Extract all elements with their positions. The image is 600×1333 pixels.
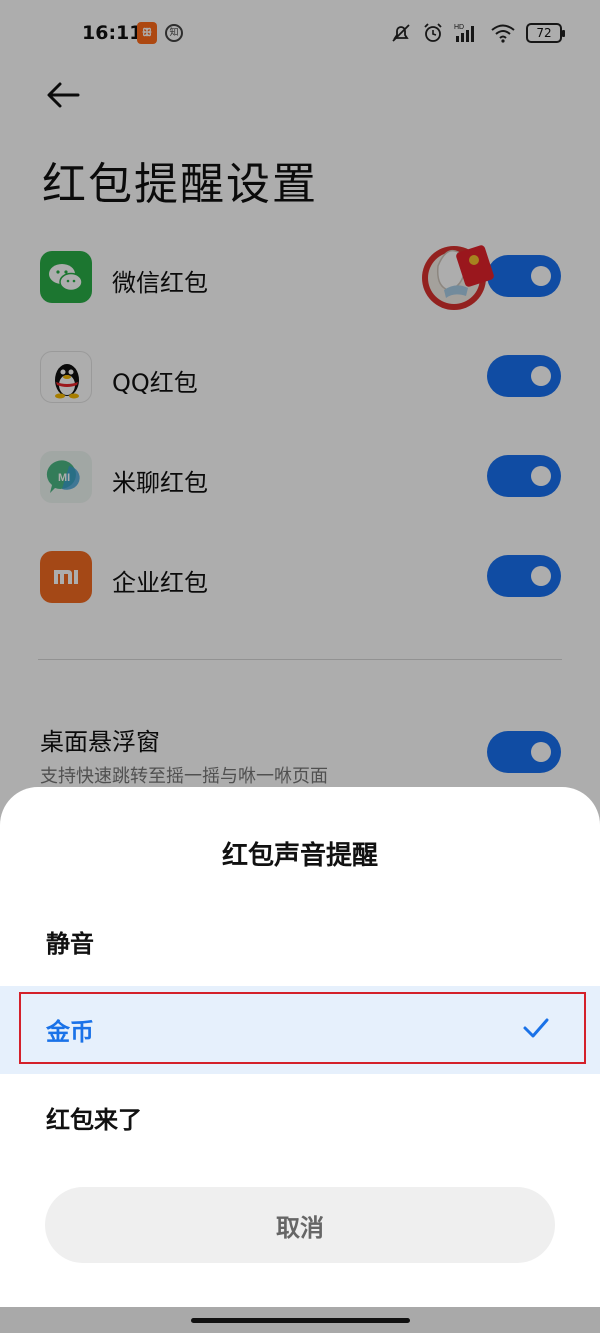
option-label: 红包来了 [46,1106,142,1134]
home-indicator[interactable] [191,1318,410,1323]
option-mute[interactable]: 静音 [0,898,600,986]
cancel-button[interactable]: 取消 [45,1187,555,1263]
option-label: 静音 [46,930,94,958]
option-red-packet-coming[interactable]: 红包来了 [0,1074,600,1162]
annotation-highlight-box [19,992,586,1064]
sheet-title: 红包声音提醒 [221,841,378,871]
settings-page: 16:11 ꕥ 知 HD 72 红包提醒设置 微信红包 QQ红包 MI 米聊红包… [0,0,600,1333]
sound-reminder-sheet: 红包声音提醒 静音 金币 红包来了 取消 [0,787,600,1307]
